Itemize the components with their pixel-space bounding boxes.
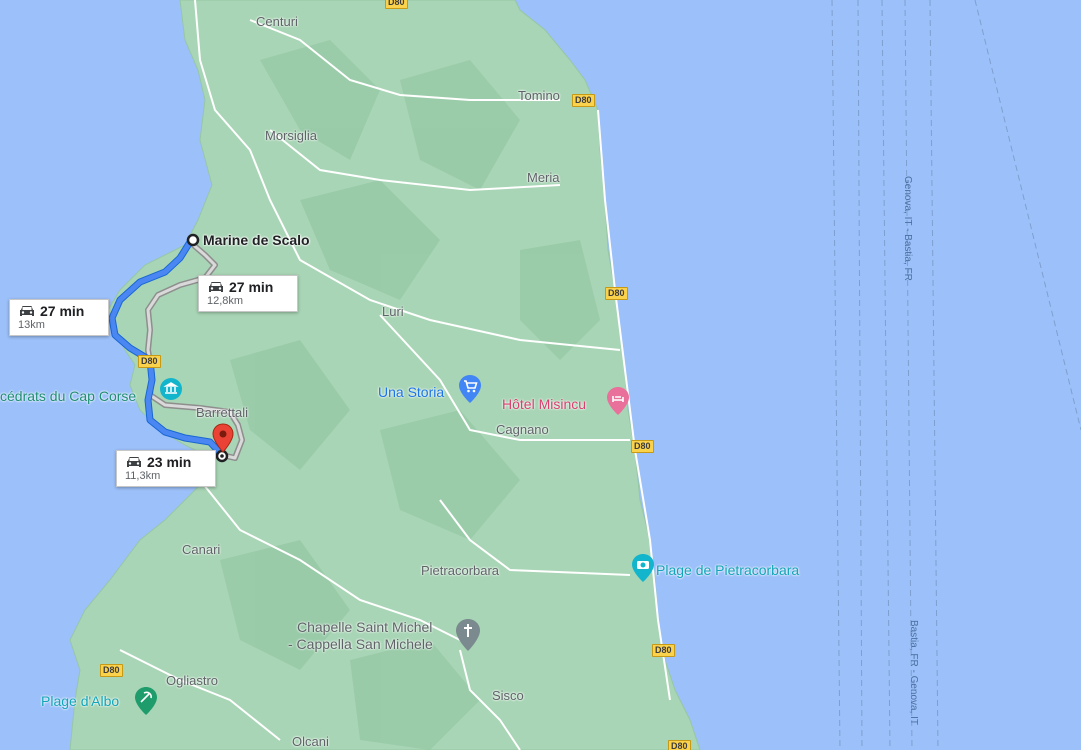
poi-chapelle-label-1[interactable]: Chapelle Saint Michel [297,619,432,635]
road-shield-d80: D80 [652,644,675,657]
ferry-label-bastia-genova: Bastia, FR - Genova, IT [908,620,919,726]
hotel-icon[interactable] [606,386,630,416]
town-pietracorbara[interactable]: Pietracorbara [421,563,499,578]
origin-label[interactable]: Marine de Scalo [203,232,310,248]
town-tomino[interactable]: Tomino [518,88,560,103]
town-luri[interactable]: Luri [382,304,404,319]
poi-cedrats-label[interactable]: cédrats du Cap Corse [0,388,136,404]
origin-marker[interactable] [186,233,200,247]
route-option-1[interactable]: 27 min 13km [9,299,109,336]
town-morsiglia[interactable]: Morsiglia [265,128,317,143]
route-option-2[interactable]: 27 min 12,8km [198,275,298,312]
road-shield-d80: D80 [138,355,161,368]
road-shield-d80: D80 [385,0,408,9]
poi-una-storia-label[interactable]: Una Storia [378,384,444,400]
road-shield-d80: D80 [668,740,691,750]
town-meria[interactable]: Meria [527,170,560,185]
road-shield-d80: D80 [572,94,595,107]
ferry-label-genova-bastia: Genova, IT - Bastia, FR [902,176,913,281]
poi-plage-albo-label[interactable]: Plage d'Albo [41,693,119,709]
museum-icon[interactable] [159,377,183,401]
car-icon [127,457,141,467]
route-option-2-time: 27 min [229,279,274,295]
red-destination-pin-icon[interactable] [212,423,234,453]
camera-icon[interactable] [631,553,655,583]
route-option-3-distance: 11,3km [125,470,161,482]
map-view[interactable]: Centuri Tomino Morsiglia Meria Luri Barr… [0,0,1081,750]
car-icon [209,282,223,292]
route-option-3-time: 23 min [147,454,192,470]
poi-hotel-label[interactable]: Hôtel Misincu [502,396,586,412]
town-ogliastro[interactable]: Ogliastro [166,673,218,688]
car-icon [20,306,34,316]
town-sisco[interactable]: Sisco [492,688,524,703]
poi-chapelle-label-2[interactable]: - Cappella San Michele [288,636,433,652]
town-olcani[interactable]: Olcani [292,734,329,749]
road-shield-d80: D80 [631,440,654,453]
shopping-cart-icon[interactable] [458,374,482,404]
beach-icon[interactable] [134,686,158,716]
route-option-1-time: 27 min [40,303,85,319]
town-cagnano[interactable]: Cagnano [496,422,549,437]
route-option-1-distance: 13km [18,319,45,331]
town-barrettali[interactable]: Barrettali [196,405,248,420]
road-shield-d80: D80 [100,664,123,677]
route-option-2-distance: 12,8km [207,295,244,307]
road-shield-d80: D80 [605,287,628,300]
route-option-3[interactable]: 23 min 11,3km [116,450,216,487]
town-canari[interactable]: Canari [182,542,220,557]
town-centuri[interactable]: Centuri [256,14,298,29]
church-cross-icon[interactable] [455,618,481,652]
poi-plage-pietracorbara-label[interactable]: Plage de Pietracorbara [656,562,799,578]
